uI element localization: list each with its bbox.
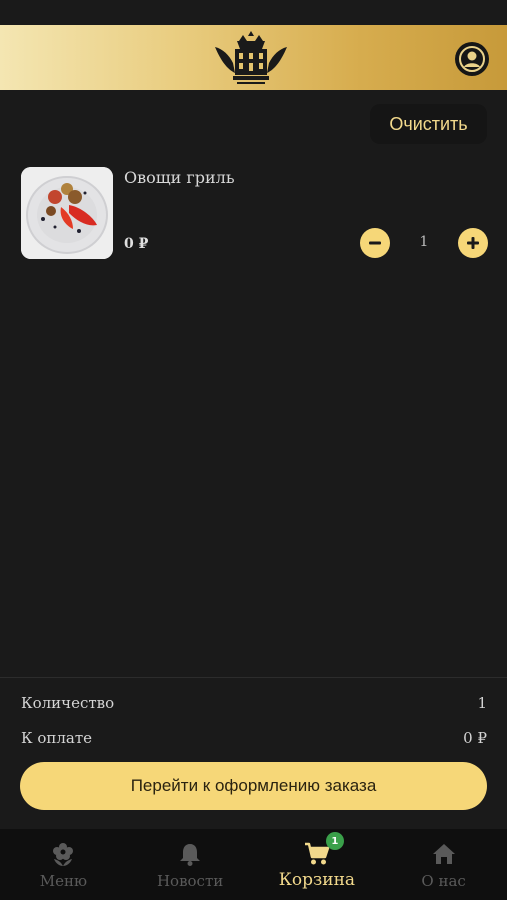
tab-label: Корзина bbox=[278, 870, 356, 890]
quantity-row: Количество 1 bbox=[21, 694, 487, 712]
checkout-button[interactable]: Перейти к оформлению заказа bbox=[20, 762, 487, 810]
item-price: 0 ₽ bbox=[124, 236, 149, 252]
tab-about[interactable]: О нас bbox=[380, 829, 507, 900]
user-profile-icon bbox=[459, 46, 485, 72]
tab-cart[interactable]: 1 Корзина bbox=[254, 829, 381, 900]
app-header bbox=[0, 25, 507, 90]
order-summary: Количество 1 К оплате 0 ₽ Перейти к офор… bbox=[0, 677, 507, 830]
grilled-vegetables-photo bbox=[21, 167, 113, 259]
bottom-tab-bar: Меню Новости 1 Корзина О нас bbox=[0, 829, 507, 900]
tab-label: Меню bbox=[39, 872, 88, 890]
cart-icon: 1 bbox=[304, 832, 344, 867]
clear-cart-button[interactable]: Очистить bbox=[370, 104, 487, 144]
total-value: 0 ₽ bbox=[463, 729, 487, 747]
tab-label: Новости bbox=[156, 872, 224, 890]
cart-count-badge: 1 bbox=[325, 832, 344, 850]
quantity-label: Количество bbox=[21, 694, 115, 712]
quantity-value: 1 bbox=[477, 694, 487, 712]
minus-icon bbox=[369, 241, 381, 245]
increase-quantity-button[interactable] bbox=[458, 228, 488, 258]
status-bar bbox=[0, 0, 507, 25]
decrease-quantity-button[interactable] bbox=[360, 228, 390, 258]
tab-news[interactable]: Новости bbox=[127, 829, 254, 900]
flower-icon bbox=[50, 841, 76, 867]
total-row: К оплате 0 ₽ bbox=[21, 729, 487, 747]
total-label: К оплате bbox=[21, 729, 93, 747]
home-icon bbox=[431, 841, 457, 867]
item-name: Овощи гриль bbox=[124, 168, 235, 187]
bell-icon bbox=[177, 841, 203, 867]
item-quantity: 1 bbox=[419, 234, 429, 250]
crown-winged-logo-icon[interactable] bbox=[213, 29, 289, 87]
profile-button[interactable] bbox=[455, 42, 489, 76]
cart-item: Овощи гриль 0 ₽ 1 bbox=[20, 166, 488, 262]
plus-icon bbox=[467, 237, 479, 249]
tab-menu[interactable]: Меню bbox=[0, 829, 127, 900]
tab-label: О нас bbox=[421, 872, 466, 890]
